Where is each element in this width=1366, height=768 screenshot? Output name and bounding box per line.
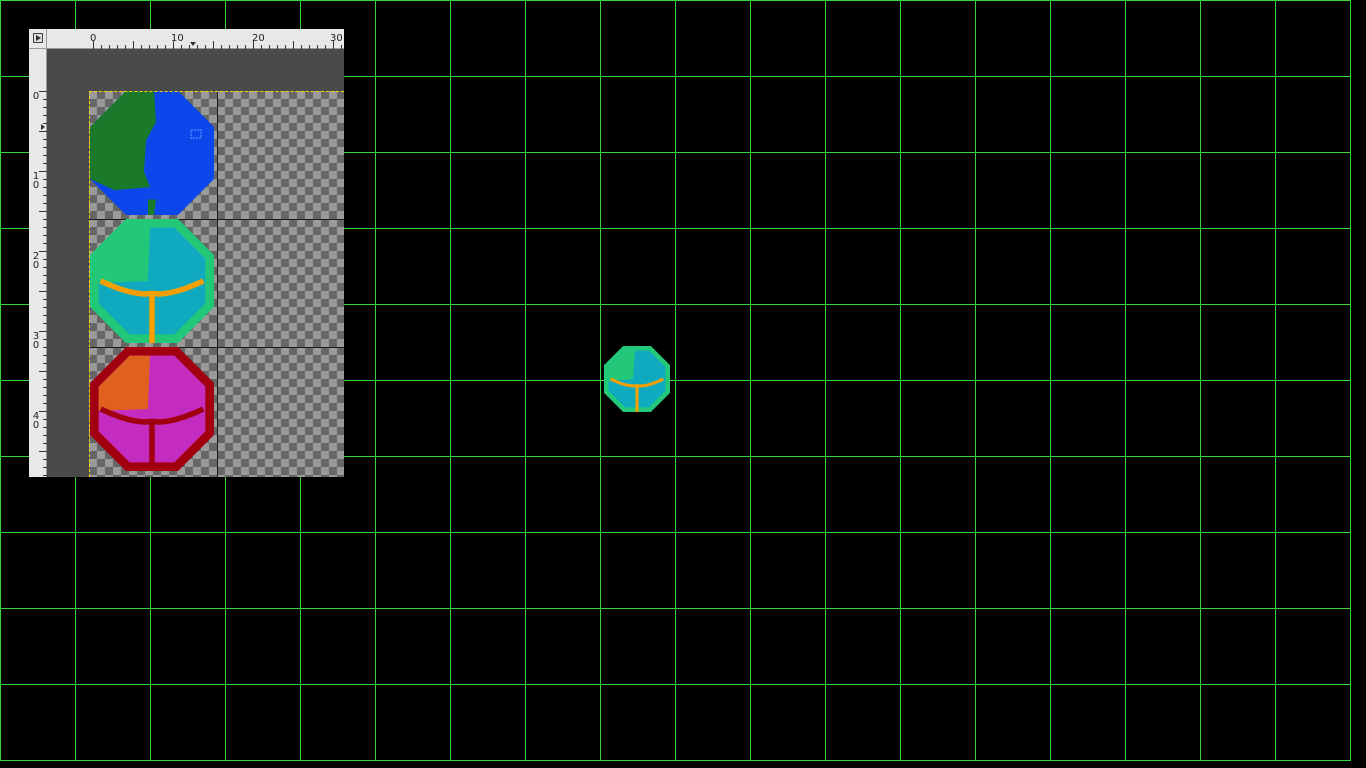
preview-orb-shade: [608, 350, 635, 381]
h-ruler-label-30: 30: [330, 33, 343, 44]
v-ruler-label-20: 20: [32, 251, 40, 271]
h-ruler-cursor-marker: [190, 42, 196, 46]
vertical-ruler[interactable]: 0 10 20 30 40: [29, 49, 47, 477]
h-ruler-label-0: 0: [90, 33, 97, 44]
frame-1-planet-blue-green: [90, 91, 214, 215]
preview-sprite: [604, 346, 670, 412]
preview-orb: [604, 346, 670, 412]
v-ruler-label-0: 0: [32, 91, 40, 102]
h-ruler-label-20: 20: [252, 33, 265, 44]
frame-3-magenta-red-shade: [98, 355, 150, 411]
sprite-canvas[interactable]: [89, 91, 344, 477]
horizontal-ruler[interactable]: 0 10 20 30: [47, 29, 344, 49]
viewport[interactable]: 0 10 20 30 0 10 20 30 40: [0, 0, 1366, 768]
frame-2-cyan-orange-shade: [98, 227, 150, 283]
h-ruler-label-10: 10: [171, 33, 184, 44]
canvas-margin-top: [47, 49, 344, 91]
v-ruler-cursor-marker: [41, 124, 45, 130]
frame-2-cyan-orange: [90, 219, 214, 343]
v-ruler-label-40: 40: [32, 411, 40, 431]
canvas-margin-left: [47, 91, 89, 477]
v-ruler-label-10: 10: [32, 171, 40, 191]
v-ruler-label-30: 30: [32, 331, 40, 351]
sprite-sheet: [89, 91, 344, 477]
play-triangle-icon[interactable]: [29, 29, 47, 49]
sprite-editor-window[interactable]: 0 10 20 30 0 10 20 30 40: [29, 29, 344, 477]
frame-3-magenta-red: [90, 347, 214, 471]
